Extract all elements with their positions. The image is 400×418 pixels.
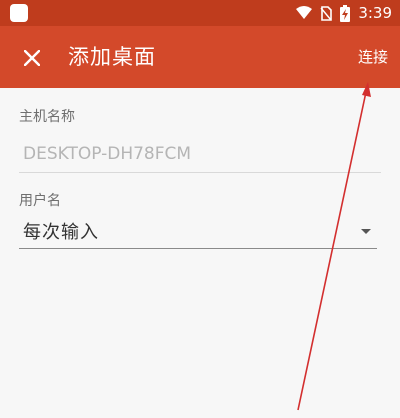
app-bar: 添加桌面 连接 bbox=[0, 26, 400, 88]
username-select[interactable]: 每次输入 bbox=[19, 216, 377, 249]
hostname-input[interactable] bbox=[19, 140, 381, 173]
close-button[interactable] bbox=[18, 44, 46, 72]
battery-charging-icon bbox=[340, 4, 351, 22]
status-time: 3:39 bbox=[358, 4, 392, 22]
username-select-value: 每次输入 bbox=[23, 222, 99, 243]
wifi-icon bbox=[296, 6, 313, 20]
add-desktop-screen: 3:39 添加桌面 连接 主机名称 用户名 每次输入 bbox=[0, 0, 400, 418]
status-icons: 3:39 bbox=[296, 0, 392, 26]
dropdown-arrow-icon bbox=[361, 229, 371, 234]
page-title: 添加桌面 bbox=[68, 45, 156, 69]
username-label: 用户名 bbox=[19, 193, 61, 209]
form-content: 主机名称 用户名 每次输入 bbox=[0, 88, 400, 418]
close-icon bbox=[24, 50, 40, 66]
app-square-icon bbox=[10, 4, 28, 22]
status-bar: 3:39 bbox=[0, 0, 400, 26]
connect-button[interactable]: 连接 bbox=[358, 46, 388, 68]
hostname-label: 主机名称 bbox=[19, 109, 75, 125]
no-sim-icon bbox=[320, 5, 333, 21]
